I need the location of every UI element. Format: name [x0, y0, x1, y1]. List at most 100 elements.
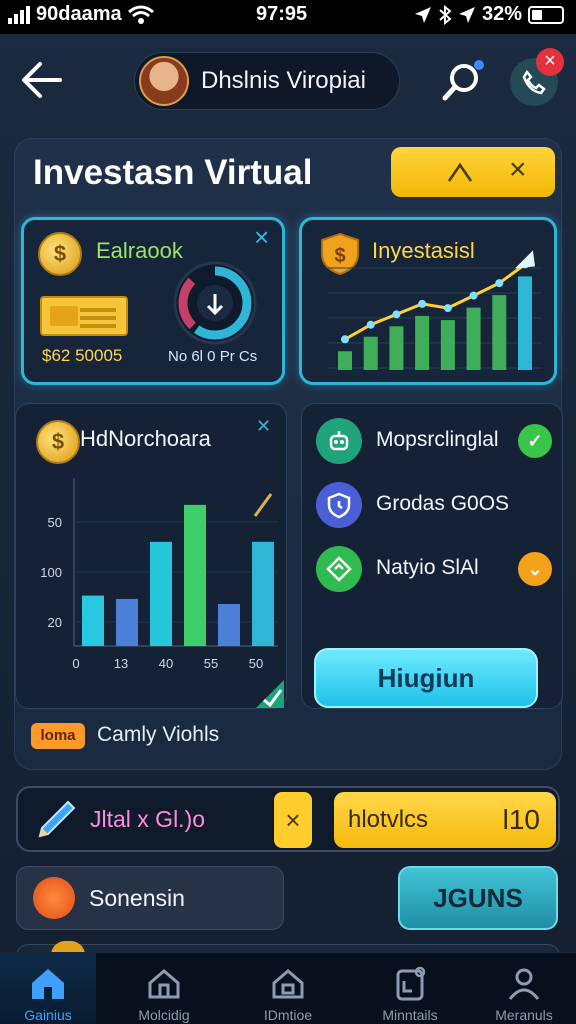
- trend-point: [392, 310, 401, 319]
- invest-bar: [440, 320, 455, 370]
- chart-close-button[interactable]: ✕: [256, 416, 271, 437]
- trend-arrow: [515, 250, 535, 269]
- main-card: Investasn Virtual × $ Ealraook × $62 500…: [14, 138, 563, 770]
- signal-icon: [8, 5, 30, 24]
- nav-item-meranuls[interactable]: Meranuls: [476, 953, 572, 1024]
- footer-text: Camly Viohls: [97, 723, 220, 746]
- balance-amount: $62 50005: [42, 346, 123, 365]
- invest-bar: [518, 276, 532, 370]
- nav-item-molcidig[interactable]: Molcidig: [116, 953, 212, 1024]
- profile-pill[interactable]: Dhslnis Viropiai: [134, 52, 400, 110]
- profile-name: Dhslnis Viropiai: [201, 67, 366, 94]
- x-tick-label: 13: [114, 656, 128, 671]
- nav-label: Gainius: [24, 1007, 72, 1023]
- back-button[interactable]: [18, 58, 66, 102]
- invest-bar: [466, 307, 481, 370]
- metrics-value: l10: [502, 804, 540, 835]
- status-bar: 90daama 97:95 32%: [0, 0, 576, 34]
- person-icon: [508, 968, 540, 1000]
- invest-bar: [415, 315, 430, 370]
- header-controls: ×: [391, 147, 555, 197]
- home-icon: [32, 969, 64, 999]
- nav-item-idmtioe[interactable]: IDmtioe: [240, 953, 336, 1024]
- chart-bar: [150, 541, 172, 646]
- row-label: Sonensin: [89, 885, 185, 911]
- battery-icon: [528, 5, 564, 24]
- notification-dot: [474, 60, 484, 70]
- chart-bar: [184, 504, 206, 646]
- navigation-icon: [458, 6, 475, 23]
- shield-clock-icon: [316, 482, 362, 528]
- tag-chip[interactable]: loma: [31, 723, 85, 749]
- chevron-down-icon[interactable]: ⌄: [518, 552, 552, 586]
- sensor-row[interactable]: Sonensin: [16, 866, 284, 930]
- call-button[interactable]: ×: [510, 48, 564, 106]
- nav-item-minntails[interactable]: Minntails: [362, 953, 458, 1024]
- status-right: 32%: [414, 3, 564, 26]
- chevron-up-icon[interactable]: [445, 157, 475, 187]
- y-tick-label: 20: [48, 615, 62, 630]
- chart-panel: $ HdNorchoara ✕ 50 100 20 0 13 40 55 50: [15, 403, 287, 709]
- gauge-icon: [173, 261, 257, 345]
- growth-arrow: [253, 493, 273, 517]
- avatar: [139, 56, 189, 106]
- investment-growth-chart: [328, 250, 542, 370]
- action-close-button[interactable]: ×: [274, 792, 312, 848]
- nav-label: IDmtioe: [263, 1007, 313, 1023]
- nav-item-home[interactable]: Gainius: [0, 953, 96, 1024]
- building-icon: [272, 969, 304, 999]
- balance-close-button[interactable]: ×: [254, 222, 269, 253]
- action-bar: Jltal x Gl.)o × hlotvlcs l10: [16, 786, 560, 852]
- chart-title: HdNorchoara: [80, 426, 211, 451]
- list-item-label: Grodas G0OS: [376, 492, 510, 515]
- close-badge[interactable]: ×: [536, 48, 564, 76]
- diamond-icon: [316, 546, 362, 592]
- nav-label: Minntails: [382, 1007, 438, 1023]
- status-left: 90daama: [8, 3, 154, 26]
- metrics-button[interactable]: hlotvlcs l10: [334, 792, 556, 848]
- invest-bar: [389, 326, 404, 370]
- badge-icon: [33, 877, 75, 919]
- gauge-caption: No 6l 0 Pr Cs: [168, 348, 258, 365]
- bottom-nav: Gainius Molcidig IDmtioe Minntails Meran…: [0, 952, 576, 1024]
- battery-percent: 32%: [481, 3, 522, 25]
- join-button[interactable]: JGUNS: [398, 866, 558, 930]
- y-tick-label: 100: [40, 565, 62, 580]
- cta-button[interactable]: Hiugiun: [314, 648, 538, 708]
- cash-icon: [40, 296, 128, 336]
- pencil-icon: [38, 800, 76, 838]
- invest-bar: [338, 351, 352, 370]
- coin-icon: $: [36, 420, 80, 464]
- collapse-close-button[interactable]: ×: [509, 153, 527, 187]
- x-tick-label: 55: [204, 656, 218, 671]
- trend-point: [418, 299, 427, 308]
- list-item[interactable]: Grodas G0OS: [316, 476, 556, 536]
- action-label: Jltal x Gl.)o: [90, 806, 206, 832]
- trend-point: [341, 335, 349, 344]
- check-badge-icon[interactable]: ✓: [518, 424, 552, 458]
- list-item[interactable]: Natyio SlAl ⌄: [316, 540, 556, 600]
- trend-point: [443, 304, 452, 313]
- chart-bar: [82, 595, 104, 646]
- x-tick-label: 40: [159, 656, 173, 671]
- home-outline-icon: [148, 969, 180, 999]
- chart-bar: [252, 541, 274, 646]
- x-tick-label: 0: [72, 656, 79, 671]
- investment-tile[interactable]: $ Inyestasisl: [299, 217, 557, 385]
- list-item[interactable]: Mopsrclinglal ✓: [316, 412, 556, 472]
- invest-bar: [492, 295, 507, 370]
- chart-bar: [218, 604, 240, 646]
- top-bar: Dhslnis Viropiai ×: [0, 34, 576, 128]
- nav-label: Meranuls: [495, 1007, 553, 1023]
- carrier-name: 90daama: [36, 3, 122, 25]
- search-button[interactable]: [440, 60, 486, 106]
- clock: 97:95: [256, 3, 308, 25]
- bluetooth-icon: [439, 4, 452, 25]
- trend-point: [495, 279, 504, 288]
- location-icon: [414, 6, 431, 23]
- balance-tile[interactable]: $ Ealraook × $62 50005 No 6l 0 Pr Cs: [21, 217, 285, 385]
- bar-chart: 50 100 20 0 13 40 55 50: [40, 478, 278, 671]
- list-panel: Mopsrclinglal ✓ Grodas G0OS Natyio SlAl …: [301, 403, 563, 709]
- y-tick-label: 50: [48, 515, 62, 530]
- x-tick-label: 50: [249, 656, 263, 671]
